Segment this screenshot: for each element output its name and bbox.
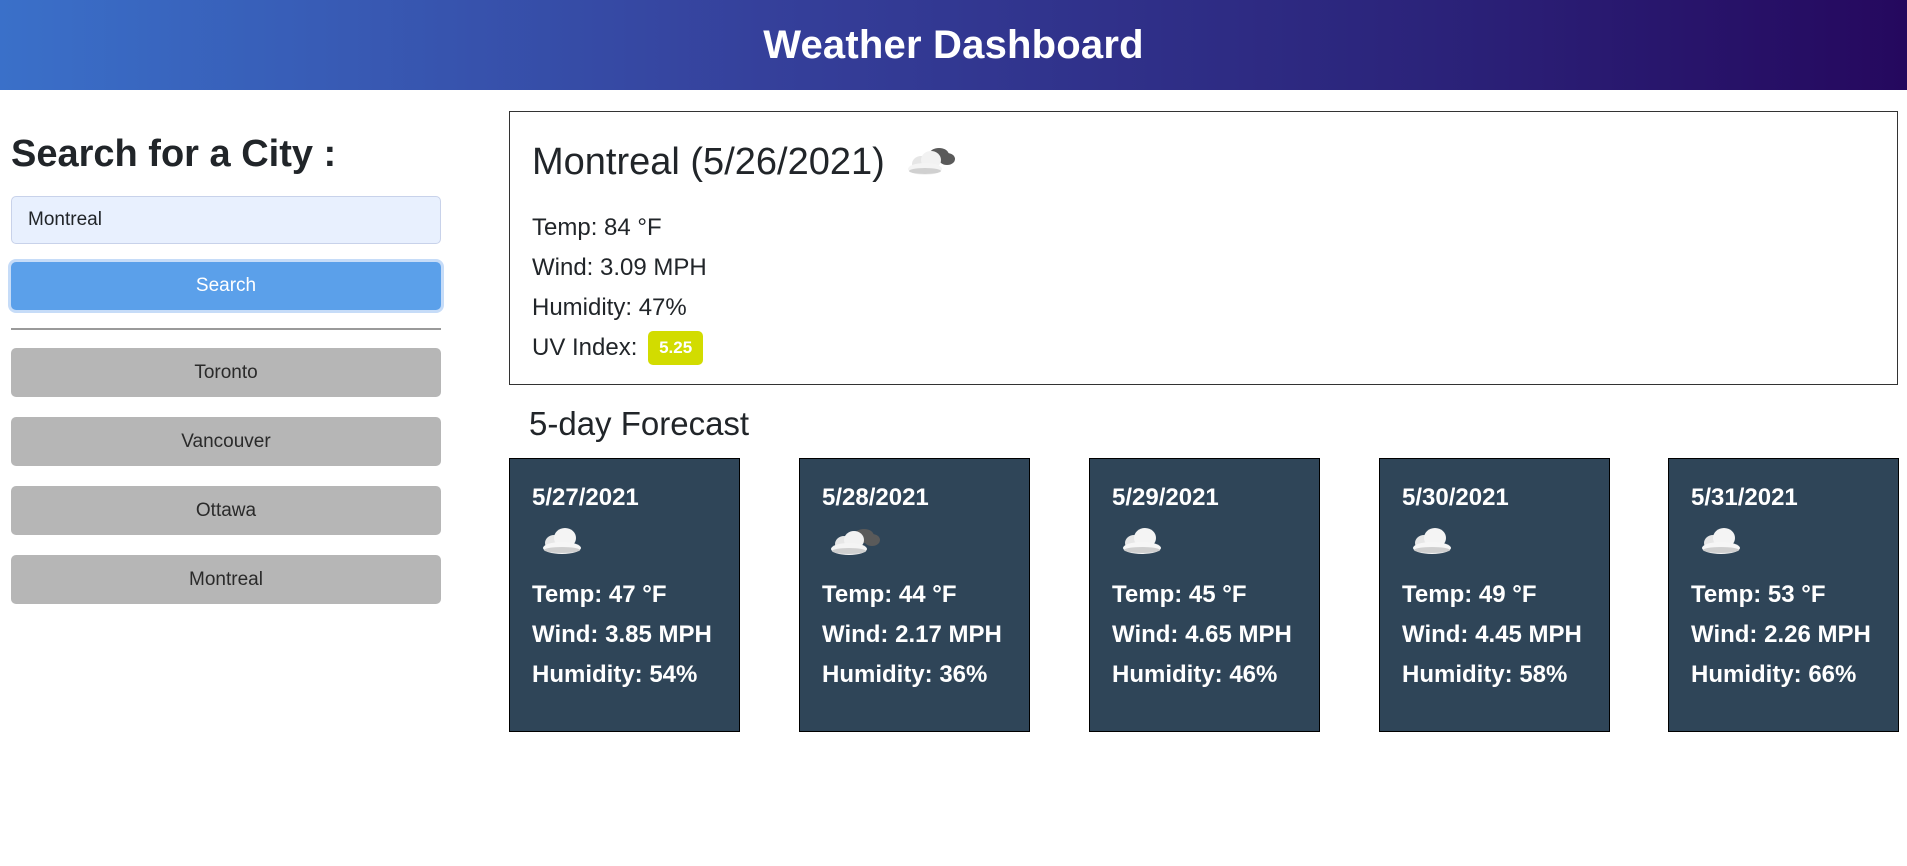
app-header: Weather Dashboard <box>0 0 1907 90</box>
search-button[interactable]: Search <box>11 262 441 310</box>
forecast-humidity: Humidity: 36% <box>822 661 988 688</box>
uv-index-badge: 5.25 <box>648 330 704 365</box>
forecast-humidity: Humidity: 58% <box>1402 661 1568 688</box>
forecast-wind: Wind: 2.26 MPH <box>1691 621 1871 648</box>
search-heading: Search for a City : <box>11 133 337 175</box>
cloud-icon <box>538 523 739 569</box>
forecast-temp: Temp: 45 °F <box>1112 581 1247 608</box>
forecast-card: 5/27/2021 Temp: 47 °F Wind: 3.85 MPH Hum… <box>509 458 740 732</box>
current-temp: Temp: 84 °F <box>532 214 662 241</box>
divider <box>11 328 441 330</box>
forecast-temp: Temp: 53 °F <box>1691 581 1826 608</box>
forecast-humidity: Humidity: 66% <box>1691 661 1857 688</box>
forecast-date: 5/27/2021 <box>532 484 639 511</box>
history-button-montreal[interactable]: Montreal <box>11 555 441 604</box>
forecast-card: 5/30/2021 Temp: 49 °F Wind: 4.45 MPH Hum… <box>1379 458 1610 732</box>
forecast-wind: Wind: 2.17 MPH <box>822 621 1002 648</box>
current-wind: Wind: 3.09 MPH <box>532 254 707 281</box>
cloud-icon <box>1697 523 1898 569</box>
forecast-temp: Temp: 49 °F <box>1402 581 1537 608</box>
forecast-temp: Temp: 47 °F <box>532 581 667 608</box>
forecast-title: 5-day Forecast <box>529 405 750 442</box>
forecast-wind: Wind: 3.85 MPH <box>532 621 712 648</box>
forecast-date: 5/28/2021 <box>822 484 929 511</box>
history-button-toronto[interactable]: Toronto <box>11 348 441 397</box>
current-humidity: Humidity: 47% <box>532 294 687 321</box>
history-button-vancouver[interactable]: Vancouver <box>11 417 441 466</box>
forecast-date: 5/29/2021 <box>1112 484 1219 511</box>
forecast-humidity: Humidity: 54% <box>532 661 698 688</box>
forecast-wind: Wind: 4.65 MPH <box>1112 621 1292 648</box>
forecast-wind: Wind: 4.45 MPH <box>1402 621 1582 648</box>
current-weather-title: Montreal (5/26/2021) <box>532 138 1897 186</box>
cloud-icon <box>1408 523 1609 569</box>
current-city-date: Montreal (5/26/2021) <box>532 140 885 183</box>
forecast-date: 5/30/2021 <box>1402 484 1509 511</box>
history-button-ottawa[interactable]: Ottawa <box>11 486 441 535</box>
app-title: Weather Dashboard <box>763 22 1144 67</box>
partly-cloudy-icon <box>828 523 1029 569</box>
forecast-date: 5/31/2021 <box>1691 484 1798 511</box>
city-search-input[interactable] <box>11 196 441 244</box>
forecast-humidity: Humidity: 46% <box>1112 661 1278 688</box>
current-uv-row: UV Index: 5.25 <box>532 328 1897 368</box>
forecast-cards: 5/27/2021 Temp: 47 °F Wind: 3.85 MPH Hum… <box>509 458 1899 732</box>
cloud-icon <box>1118 523 1319 569</box>
uv-index-label: UV Index: <box>532 334 638 361</box>
forecast-temp: Temp: 44 °F <box>822 581 957 608</box>
forecast-card: 5/29/2021 Temp: 45 °F Wind: 4.65 MPH Hum… <box>1089 458 1320 732</box>
forecast-card: 5/31/2021 Temp: 53 °F Wind: 2.26 MPH Hum… <box>1668 458 1899 732</box>
partly-cloudy-icon <box>903 140 959 185</box>
search-sidebar: Search for a City : Search Toronto Vanco… <box>11 126 441 624</box>
forecast-card: 5/28/2021 Temp: 44 °F Wind: 2.17 MPH Hum… <box>799 458 1030 732</box>
current-weather-panel: Montreal (5/26/2021) Temp: 84 °F Wind: 3… <box>509 111 1898 385</box>
